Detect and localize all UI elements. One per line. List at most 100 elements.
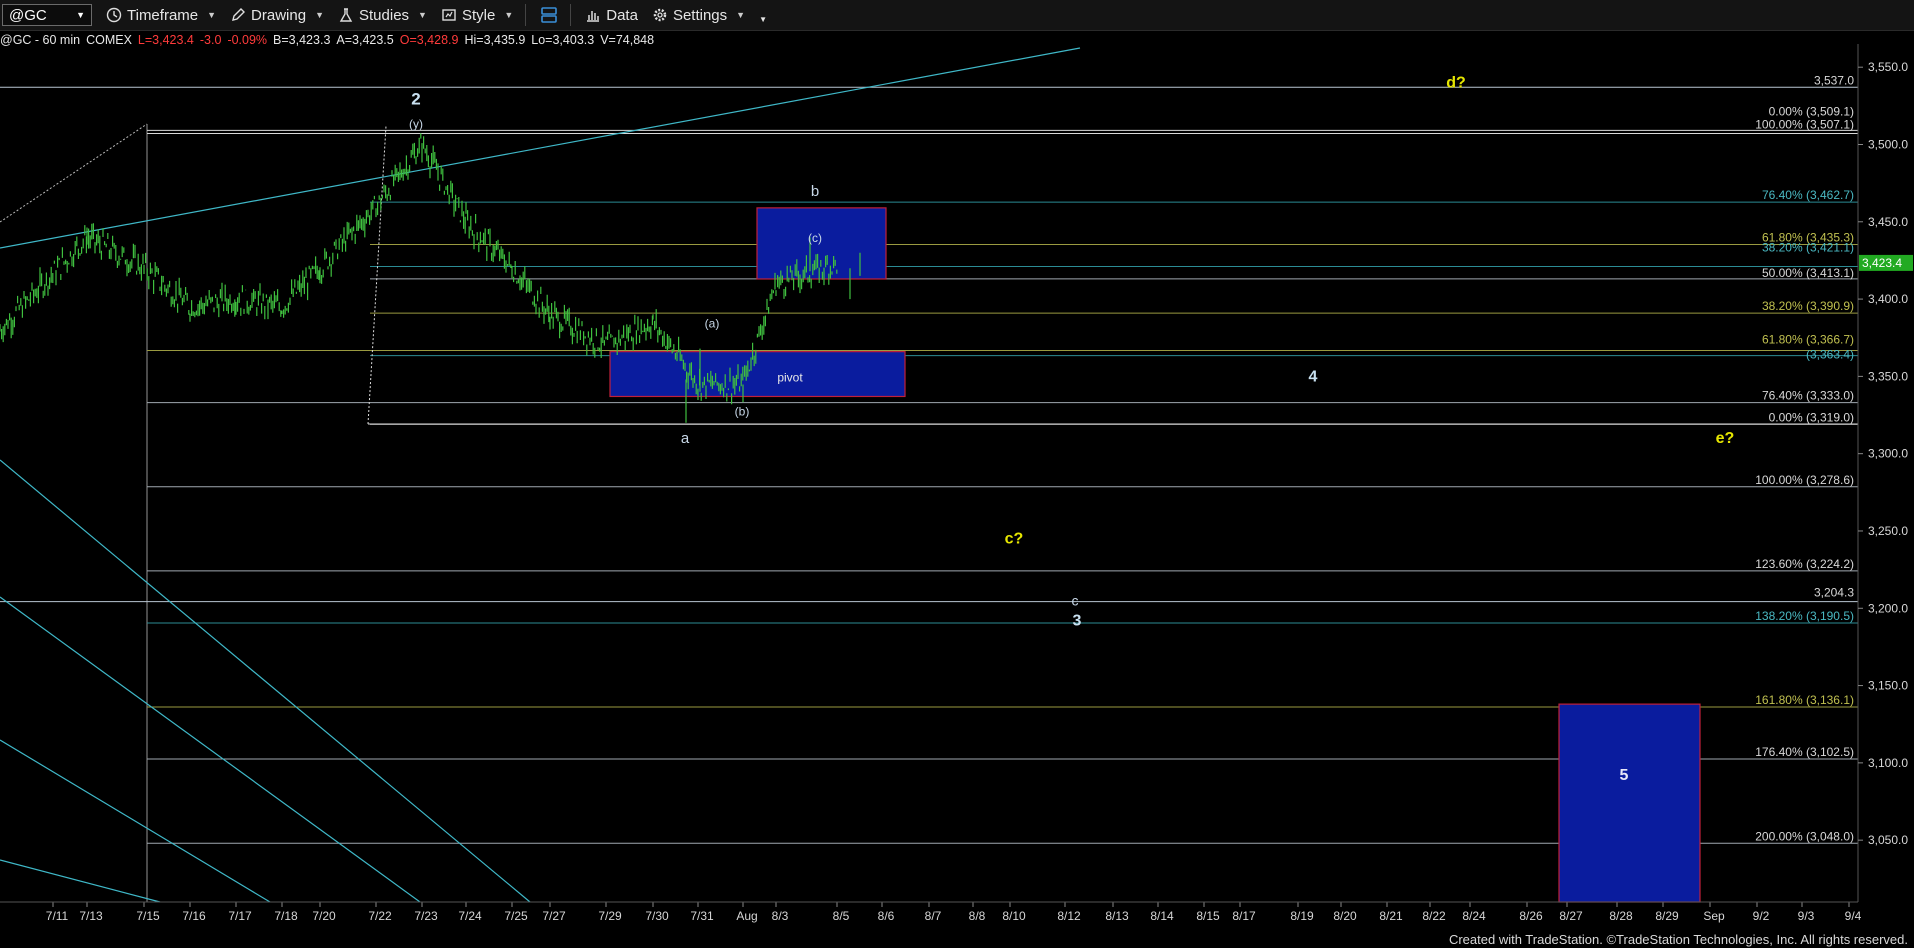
annotation-3: 3 [1073,613,1082,630]
pivot-box [609,351,906,398]
y-tick-label: 3,450.0 [1868,215,1908,229]
level-label: 100.00% (3,278.6) [1755,473,1854,487]
x-tick-label: Aug [736,909,757,923]
x-tick-label: 8/21 [1379,909,1403,923]
y-tick-label: 3,400.0 [1868,292,1908,306]
legend-high: Hi=3,435.9 [464,33,526,47]
legend-instrument: @GC - 60 min [0,33,81,47]
style-icon [442,9,456,21]
dotted-trendline [367,125,387,425]
level-label: 3,204.3 [1814,586,1854,600]
x-tick-label: 8/29 [1655,909,1679,923]
gear-icon [653,8,667,22]
x-tick-label: 7/18 [274,909,298,923]
x-tick-label: 7/30 [645,909,669,923]
x-tick-label: 8/10 [1002,909,1026,923]
level-label: 38.20% (3,421.1) [1762,240,1854,254]
x-tick-label: 8/7 [925,909,942,923]
symbol-selector[interactable]: @GC ▼ [2,4,92,26]
style-button[interactable]: Style ▼ [441,7,513,24]
x-tick-label: 8/19 [1290,909,1314,923]
x-tick-label: 8/26 [1519,909,1543,923]
x-tick-label: 8/12 [1057,909,1081,923]
wave-5-box [1558,703,1701,903]
x-tick-label: 7/29 [598,909,622,923]
level-label: 3,537.0 [1814,73,1854,87]
drawing-button[interactable]: Drawing ▼ [230,7,324,24]
legend-pct: -0.09% [227,33,268,47]
x-tick-label: 8/28 [1609,909,1633,923]
style-label: Style [461,6,496,24]
legend-volume: V=74,848 [600,33,655,47]
x-tick-label: 7/16 [182,909,206,923]
x-tick-label: 8/17 [1232,909,1256,923]
timeframe-label: Timeframe [127,6,199,24]
x-tick-label: 7/13 [79,909,103,923]
x-tick-label: 7/25 [504,909,528,923]
x-tick-label: 7/15 [136,909,160,923]
legend-change: -3.0 [199,33,222,47]
x-tick-label: 8/24 [1462,909,1486,923]
annotation-y: (y) [409,117,423,131]
toolbar: @GC ▼ Timeframe ▼ Drawing ▼ Studies ▼ Style… [0,0,1914,31]
drawing-label: Drawing [251,6,307,24]
clock-icon [106,7,122,23]
timeframe-button[interactable]: Timeframe ▼ [106,7,216,24]
chevron-down-icon: ▼ [418,10,427,20]
level-label: (3,363.4) [1806,348,1854,362]
level-label: 76.40% (3,462.7) [1762,188,1854,202]
legend-bid: B=3,423.3 [273,33,331,47]
x-tick-label: 7/23 [414,909,438,923]
x-tick-label: 7/27 [542,909,566,923]
annotation-c: c [1072,593,1079,609]
target-boxes [609,207,1701,903]
symbol-legend: @GC - 60 min COMEX L=3,423.4 -3.0 -0.09% B=3,… [0,33,660,47]
x-tick-label: 7/31 [690,909,714,923]
level-label: 200.00% (3,048.0) [1755,829,1854,843]
overflow-menu-button[interactable]: ▼ [759,7,767,24]
annotation-a: a [681,430,690,447]
x-tick-label: 8/22 [1422,909,1446,923]
y-axis: 3,550.0 3,500.0 3,450.0 3,400.0 3,350.0 3,300… [1857,44,1913,902]
x-tick-label: 8/13 [1105,909,1129,923]
x-tick-label: 8/15 [1196,909,1220,923]
y-tick-label: 3,050.0 [1868,833,1908,847]
annotation-b: (b) [735,404,750,418]
y-tick-label: 3,150.0 [1868,679,1908,693]
trendline [0,47,1081,249]
chevron-down-icon: ▼ [315,10,324,20]
trendline [0,859,161,903]
annotation-c: c? [1005,531,1024,548]
layout-icon [541,7,558,23]
settings-button[interactable]: Settings ▼ [652,7,745,24]
level-label: 61.80% (3,366.7) [1762,333,1854,347]
price-chart[interactable]: 3,537.0 100.00% (3,507.1)0.00% (3,509.1) 7… [0,0,1914,948]
x-tick-label: 7/17 [228,909,252,923]
chevron-down-icon: ▼ [504,10,514,20]
annotation-a: (a) [705,316,720,330]
last-price-label: 3,423.4 [1862,256,1902,270]
settings-label: Settings [672,6,728,24]
annotation-e: e? [1716,430,1735,447]
annotation-b: b [811,183,819,200]
x-tick-label: 8/27 [1559,909,1583,923]
x-tick-label: 7/20 [312,909,336,923]
y-tick-label: 3,100.0 [1868,756,1908,770]
chevron-down-icon: ▼ [76,10,85,20]
studies-button[interactable]: Studies ▼ [338,7,427,24]
data-button[interactable]: Data [585,7,638,24]
level-label: 100.00% (3,507.1) [1755,118,1854,132]
x-tick-label: 7/24 [458,909,482,923]
trendline [0,459,531,903]
chevron-down-icon: ▼ [736,10,746,20]
bar-chart-icon [587,11,600,22]
x-tick-label: Sep [1703,909,1725,923]
pencil-icon [232,8,246,21]
legend-ask: A=3,423.5 [336,33,394,47]
layout-button[interactable] [540,6,558,24]
dotted-trendline [0,123,148,223]
level-label: 50.00% (3,413.1) [1762,266,1854,280]
annotation-pivot: pivot [777,370,803,384]
x-tick-label: 7/22 [368,909,392,923]
y-tick-label: 3,500.0 [1868,137,1908,151]
